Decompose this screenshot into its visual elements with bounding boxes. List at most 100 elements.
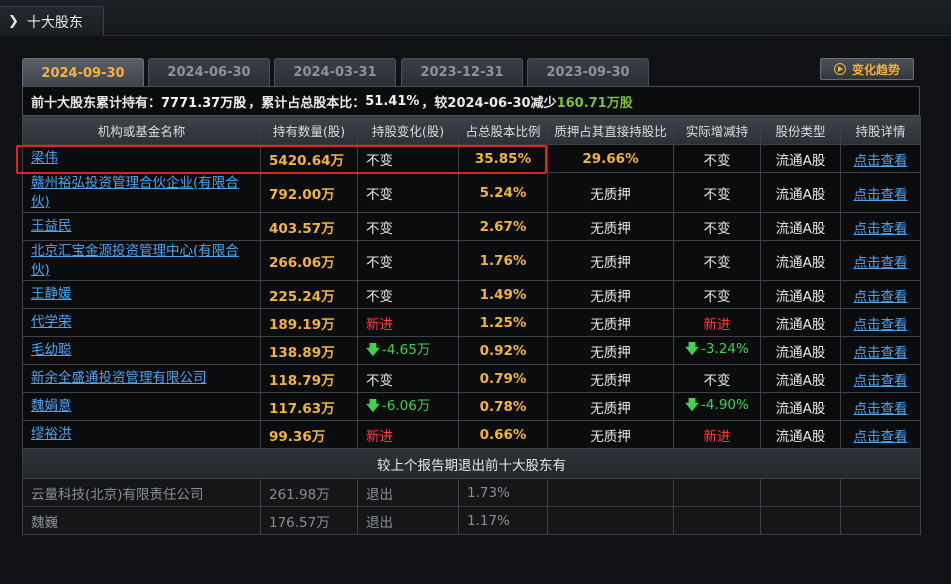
pledge-ratio: 无质押 <box>547 308 674 337</box>
share-ratio: 0.92% <box>458 336 548 365</box>
actual-change: -3.24% <box>701 341 749 357</box>
holding-change-cell: 不变 <box>357 240 459 281</box>
shareholder-name-cell: 北京汇宝金源投资管理中心(有限合伙) <box>22 240 261 281</box>
table-row: 北京汇宝金源投资管理中心(有限合伙) 266.06万 不变 1.76% 无质押 不变 流通A… <box>22 240 921 281</box>
actual-change-cell: 不变 <box>673 212 761 241</box>
shareholder-name-link[interactable]: 梁伟 <box>31 150 58 166</box>
exited-change: 退出 <box>357 478 459 507</box>
summary-change: 160.71万股 <box>556 95 633 111</box>
shareholder-name-link[interactable]: 代学荣 <box>31 314 72 330</box>
empty-cell <box>547 478 674 507</box>
holding-change-cell: 新进 <box>357 308 459 337</box>
holding-change: 新进 <box>366 316 393 333</box>
detail-link[interactable]: 点击查看 <box>854 221 908 237</box>
table-row: 云量科技(北京)有限责任公司 261.98万 退出 1.73% <box>22 478 921 507</box>
arrow-down-icon: 🡇 <box>366 342 380 358</box>
pledge-ratio: 无质押 <box>547 336 674 365</box>
shareholder-name-cell: 缪裕洪 <box>22 420 261 449</box>
detail-link[interactable]: 点击查看 <box>854 255 908 271</box>
detail-link[interactable]: 点击查看 <box>854 289 908 305</box>
table-row: 缪裕洪 99.36万 新进 0.66% 无质押 新进 流通A股 点击查看 <box>22 420 921 449</box>
pledge-ratio: 无质押 <box>547 364 674 393</box>
exited-pct: 1.17% <box>458 506 548 535</box>
table-row: 王益民 403.57万 不变 2.67% 无质押 不变 流通A股 点击查看 <box>22 212 921 241</box>
share-ratio: 0.66% <box>458 420 548 449</box>
play-icon <box>833 63 846 75</box>
detail-link[interactable]: 点击查看 <box>854 317 908 333</box>
tab-2023-12-31[interactable]: 2023-12-31 <box>401 58 523 86</box>
summary-prefix: 前十大股东累计持有： <box>31 95 162 111</box>
detail-cell: 点击查看 <box>840 420 921 449</box>
tab-2024-06-30[interactable]: 2024-06-30 <box>148 58 270 86</box>
summary-bar: 前十大股东累计持有： 7771.37万股 ，累计占总股本比： 51.41% ，较… <box>22 86 920 116</box>
holding-change-cell: 不变 <box>357 212 459 241</box>
holding-change-cell: 🡇 -6.06万 <box>357 392 459 421</box>
exit-section-header: 较上个报告期退出前十大股东有 <box>22 448 921 479</box>
share-ratio: 5.24% <box>458 172 548 213</box>
empty-cell <box>673 478 761 507</box>
period-tab-bar: 2024-09-30 2024-06-30 2024-03-31 2023-12… <box>22 58 920 87</box>
detail-cell: 点击查看 <box>840 172 921 213</box>
section-title-tab: ❯ 十大股东 <box>0 6 104 36</box>
empty-cell <box>547 506 674 535</box>
exited-body: 较上个报告期退出前十大股东有 云量科技(北京)有限责任公司 261.98万 退出… <box>22 448 921 535</box>
table-row: 毛幼聪 138.89万 🡇 -4.65万 0.92% 无质押 🡇 -3.24% 流通A股 点击查看 <box>22 336 921 365</box>
tab-2024-03-31[interactable]: 2024-03-31 <box>274 58 396 86</box>
detail-link[interactable]: 点击查看 <box>854 429 908 445</box>
shareholder-name-link[interactable]: 新余全盛通投资管理有限公司 <box>31 370 207 386</box>
column-header: 持股变化(股) <box>357 116 459 145</box>
column-header: 质押占其直接持股比 <box>547 116 674 145</box>
section-title: 十大股东 <box>26 14 83 31</box>
trend-button[interactable]: 变化趋势 <box>820 58 914 80</box>
share-type: 流通A股 <box>760 392 841 421</box>
shareholder-name-link[interactable]: 缪裕洪 <box>31 426 72 442</box>
actual-change-cell: 不变 <box>673 240 761 281</box>
holding-change-cell: 新进 <box>357 420 459 449</box>
column-header: 持有数量(股) <box>260 116 358 145</box>
shareholder-name-link[interactable]: 北京汇宝金源投资管理中心(有限合伙) <box>31 243 239 278</box>
actual-change-cell: 不变 <box>673 144 761 173</box>
share-type: 流通A股 <box>760 172 841 213</box>
detail-link[interactable]: 点击查看 <box>854 345 908 361</box>
detail-link[interactable]: 点击查看 <box>854 187 908 203</box>
arrow-down-icon: 🡇 <box>685 397 700 413</box>
share-ratio: 0.79% <box>458 364 548 393</box>
empty-cell <box>673 506 761 535</box>
holding-qty: 99.36万 <box>260 420 358 449</box>
share-type: 流通A股 <box>760 280 841 309</box>
holding-change: 不变 <box>366 372 393 389</box>
detail-cell: 点击查看 <box>840 336 921 365</box>
holding-qty: 5420.64万 <box>260 144 358 173</box>
share-ratio: 0.78% <box>458 392 548 421</box>
detail-cell: 点击查看 <box>840 240 921 281</box>
holding-change-cell: 不变 <box>357 364 459 393</box>
detail-link[interactable]: 点击查看 <box>854 153 908 169</box>
holding-change: 不变 <box>366 254 393 271</box>
actual-change: 不变 <box>703 186 731 203</box>
share-type: 流通A股 <box>760 308 841 337</box>
tab-2024-09-30[interactable]: 2024-09-30 <box>22 58 144 87</box>
actual-change: 不变 <box>703 372 731 389</box>
column-header: 持股详情 <box>840 116 921 145</box>
holding-qty: 117.63万 <box>260 392 358 421</box>
holding-qty: 266.06万 <box>260 240 358 281</box>
detail-link[interactable]: 点击查看 <box>854 373 908 389</box>
shareholder-name-link[interactable]: 魏娟意 <box>31 398 72 414</box>
pledge-ratio: 无质押 <box>547 212 674 241</box>
share-type: 流通A股 <box>760 336 841 365</box>
pledge-ratio: 无质押 <box>547 392 674 421</box>
share-ratio: 1.25% <box>458 308 548 337</box>
shareholder-name-link[interactable]: 毛幼聪 <box>31 342 72 358</box>
shareholders-body: 梁伟 5420.64万 不变 35.85% 29.66% 不变 流通A股 点击查看 赣州裕弘投资… <box>22 144 921 449</box>
shareholder-name-link[interactable]: 赣州裕弘投资管理合伙企业(有限合伙) <box>31 175 239 210</box>
detail-link[interactable]: 点击查看 <box>854 401 908 417</box>
holding-qty: 403.57万 <box>260 212 358 241</box>
column-header: 占总股本比例 <box>458 116 548 145</box>
tab-2023-09-30[interactable]: 2023-09-30 <box>527 58 649 86</box>
shareholder-name-link[interactable]: 王静媛 <box>31 286 72 302</box>
share-ratio: 2.67% <box>458 212 548 241</box>
shareholder-name-cell: 魏娟意 <box>22 392 261 421</box>
shareholder-name-link[interactable]: 王益民 <box>31 218 72 234</box>
summary-mid: ，累计占总股本比： <box>248 95 366 111</box>
table-row: 梁伟 5420.64万 不变 35.85% 29.66% 不变 流通A股 点击查看 <box>22 144 921 173</box>
